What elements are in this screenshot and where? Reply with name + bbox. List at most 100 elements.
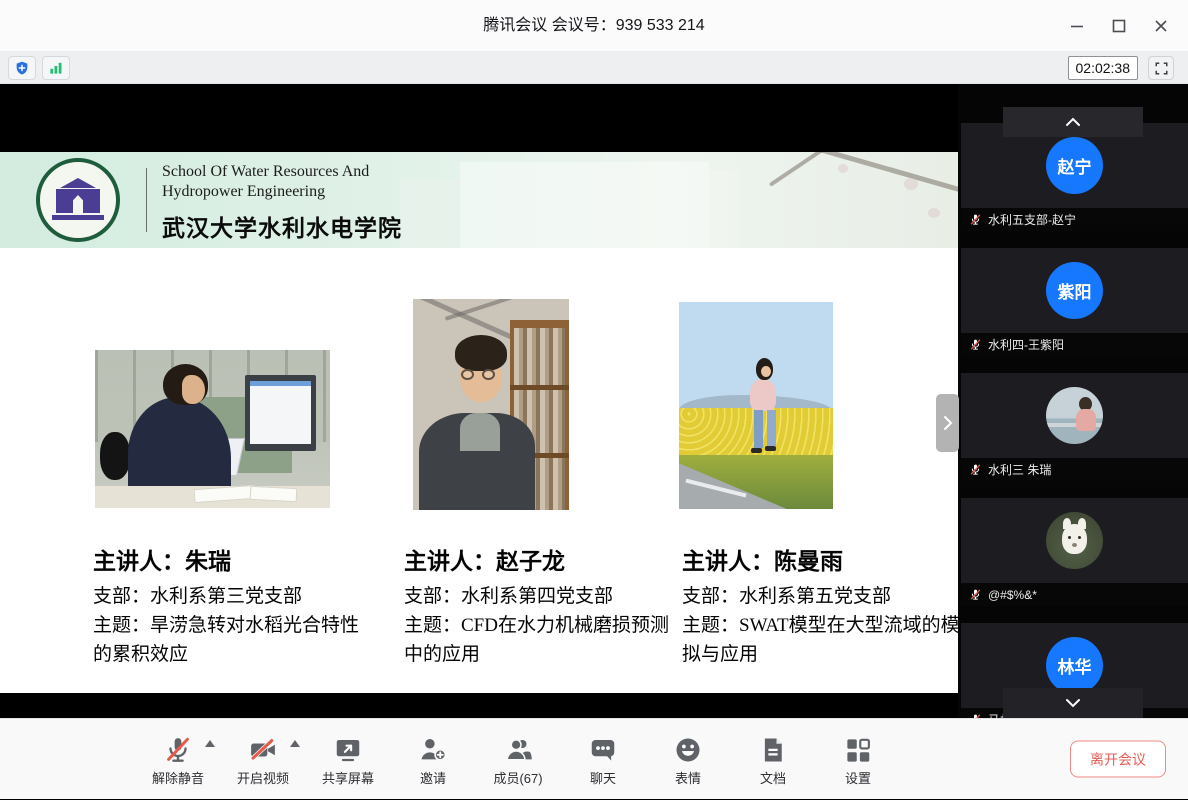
presenter-photo-zhaozilong xyxy=(413,299,569,510)
main-area: School Of Water Resources And Hydropower… xyxy=(0,84,1188,718)
participant-tile[interactable]: 赵宁 水利五支部-赵宁 xyxy=(961,123,1188,231)
presenter-topic-line: 主题：CFD在水力机械磨损预测中的应用 xyxy=(404,611,682,669)
presentation-slide: School Of Water Resources And Hydropower… xyxy=(0,152,958,693)
presenter-photo-chenmanyu xyxy=(679,302,833,509)
emoji-label: 表情 xyxy=(675,768,701,787)
presenter-photo-zhurui xyxy=(95,350,330,508)
close-icon xyxy=(1154,19,1168,33)
security-shield-button[interactable] xyxy=(8,56,36,80)
camera-muted-icon xyxy=(247,735,279,765)
emoji-icon xyxy=(673,735,703,765)
mic-muted-icon xyxy=(969,463,982,476)
presenter-branch-line: 支部：水利系第四党支部 xyxy=(404,582,682,611)
network-signal-icon xyxy=(48,60,64,76)
chevron-down-icon xyxy=(1064,697,1082,709)
members-icon xyxy=(503,735,533,765)
members-label: 成员(67) xyxy=(493,768,542,787)
participant-tile[interactable]: 水利三 朱瑞 xyxy=(961,373,1188,481)
minimize-button[interactable] xyxy=(1056,0,1098,52)
share-screen-label: 共享屏幕 xyxy=(322,768,374,787)
presenter-topic-line: 主题：SWAT模型在大型流域的模拟与应用 xyxy=(682,611,958,669)
university-logo xyxy=(36,158,120,242)
share-screen-button[interactable]: 共享屏幕 xyxy=(318,727,378,793)
participant-tile[interactable]: @#$%&* xyxy=(961,498,1188,606)
unmute-label: 解除静音 xyxy=(152,768,204,787)
scroll-down-button[interactable] xyxy=(1003,688,1143,718)
participant-name: 水利五支部-赵宁 xyxy=(988,211,1076,228)
avatar-photo xyxy=(1046,512,1103,569)
header-divider xyxy=(146,168,147,232)
network-quality-button[interactable] xyxy=(42,56,70,80)
invite-icon xyxy=(418,735,448,765)
presenter-info-1: 主讲人：朱瑞 支部：水利系第三党支部 主题：旱涝急转对水稻光合特性的累积效应 xyxy=(93,542,371,669)
emoji-button[interactable]: 表情 xyxy=(658,727,718,793)
presenter-name-line: 主讲人：陈曼雨 xyxy=(682,542,958,576)
title-bar: 腾讯会议 会议号：939 533 214 xyxy=(0,0,1188,52)
members-button[interactable]: 成员(67) xyxy=(488,727,548,793)
meeting-timer: 02:02:38 xyxy=(1068,56,1139,80)
banner-building-photo xyxy=(460,162,709,248)
camera-options-caret[interactable] xyxy=(290,740,300,747)
meeting-status-bar: 02:02:38 xyxy=(0,52,1188,84)
school-name-en-line2: Hydropower Engineering xyxy=(162,182,402,202)
participants-sidebar: 赵宁 水利五支部-赵宁 紫阳 xyxy=(958,84,1188,718)
docs-icon xyxy=(758,735,788,765)
chat-icon xyxy=(588,735,618,765)
unmute-button[interactable]: 解除静音 xyxy=(148,727,208,793)
school-name-cn: 武汉大学水利水电学院 xyxy=(162,209,402,243)
start-video-label: 开启视频 xyxy=(237,768,289,787)
chevron-up-icon xyxy=(1064,116,1082,128)
maximize-button[interactable] xyxy=(1098,0,1140,52)
participant-tile[interactable]: 紫阳 水利四-王紫阳 xyxy=(961,248,1188,356)
invite-button[interactable]: 邀请 xyxy=(403,727,463,793)
docs-button[interactable]: 文档 xyxy=(743,727,803,793)
maximize-icon xyxy=(1112,19,1126,33)
mic-options-caret[interactable] xyxy=(205,740,215,747)
participant-name-bar: 水利三 朱瑞 xyxy=(961,458,1188,481)
participant-name: 水利四-王紫阳 xyxy=(988,336,1064,353)
participant-name: @#$%&* xyxy=(988,588,1037,602)
avatar-initials: 赵宁 xyxy=(1058,153,1092,178)
settings-button[interactable]: 设置 xyxy=(828,727,888,793)
start-video-button[interactable]: 开启视频 xyxy=(233,727,293,793)
shared-screen-stage: School Of Water Resources And Hydropower… xyxy=(0,84,958,718)
avatar: 紫阳 xyxy=(1046,262,1103,319)
participant-name: 水利三 朱瑞 xyxy=(988,461,1051,478)
chat-label: 聊天 xyxy=(590,768,616,787)
close-button[interactable] xyxy=(1140,0,1182,52)
avatar-initials: 紫阳 xyxy=(1058,278,1092,303)
share-screen-icon xyxy=(333,735,363,765)
settings-icon xyxy=(843,735,873,765)
tencent-meeting-window: 腾讯会议 会议号：939 533 214 xyxy=(0,0,1188,799)
docs-label: 文档 xyxy=(760,768,786,787)
fullscreen-button[interactable] xyxy=(1148,56,1174,80)
mic-muted-icon xyxy=(163,735,193,765)
mic-muted-icon xyxy=(969,588,982,601)
presenter-name-line: 主讲人：赵子龙 xyxy=(404,542,682,576)
leave-meeting-button[interactable]: 离开会议 xyxy=(1070,741,1166,778)
presenter-branch-line: 支部：水利系第五党支部 xyxy=(682,582,958,611)
school-name-en-line1: School Of Water Resources And xyxy=(162,162,402,182)
chevron-right-icon xyxy=(942,414,954,432)
chat-button[interactable]: 聊天 xyxy=(573,727,633,793)
slide-header-banner: School Of Water Resources And Hydropower… xyxy=(0,152,958,248)
participant-name-bar: 水利四-王紫阳 xyxy=(961,333,1188,356)
invite-label: 邀请 xyxy=(420,768,446,787)
window-title: 腾讯会议 会议号：939 533 214 xyxy=(0,0,1188,52)
fullscreen-icon xyxy=(1154,61,1169,76)
participant-name-bar: 水利五支部-赵宁 xyxy=(961,208,1188,231)
meeting-toolbar: 解除静音 开启视频 xyxy=(0,718,1188,799)
settings-label: 设置 xyxy=(845,768,871,787)
avatar-initials: 林华 xyxy=(1058,653,1092,678)
presenter-branch-line: 支部：水利系第三党支部 xyxy=(93,582,371,611)
sidebar-expand-handle[interactable] xyxy=(936,394,959,452)
shield-plus-icon xyxy=(14,60,30,76)
presenter-topic-line: 主题：旱涝急转对水稻光合特性的累积效应 xyxy=(93,611,371,669)
scroll-up-button[interactable] xyxy=(1003,107,1143,137)
minimize-icon xyxy=(1070,19,1084,33)
presenter-name-line: 主讲人：朱瑞 xyxy=(93,542,371,576)
avatar: 林华 xyxy=(1046,637,1103,694)
avatar: 赵宁 xyxy=(1046,137,1103,194)
presenter-info-3: 主讲人：陈曼雨 支部：水利系第五党支部 主题：SWAT模型在大型流域的模拟与应用 xyxy=(682,542,958,669)
mic-muted-icon xyxy=(969,338,982,351)
